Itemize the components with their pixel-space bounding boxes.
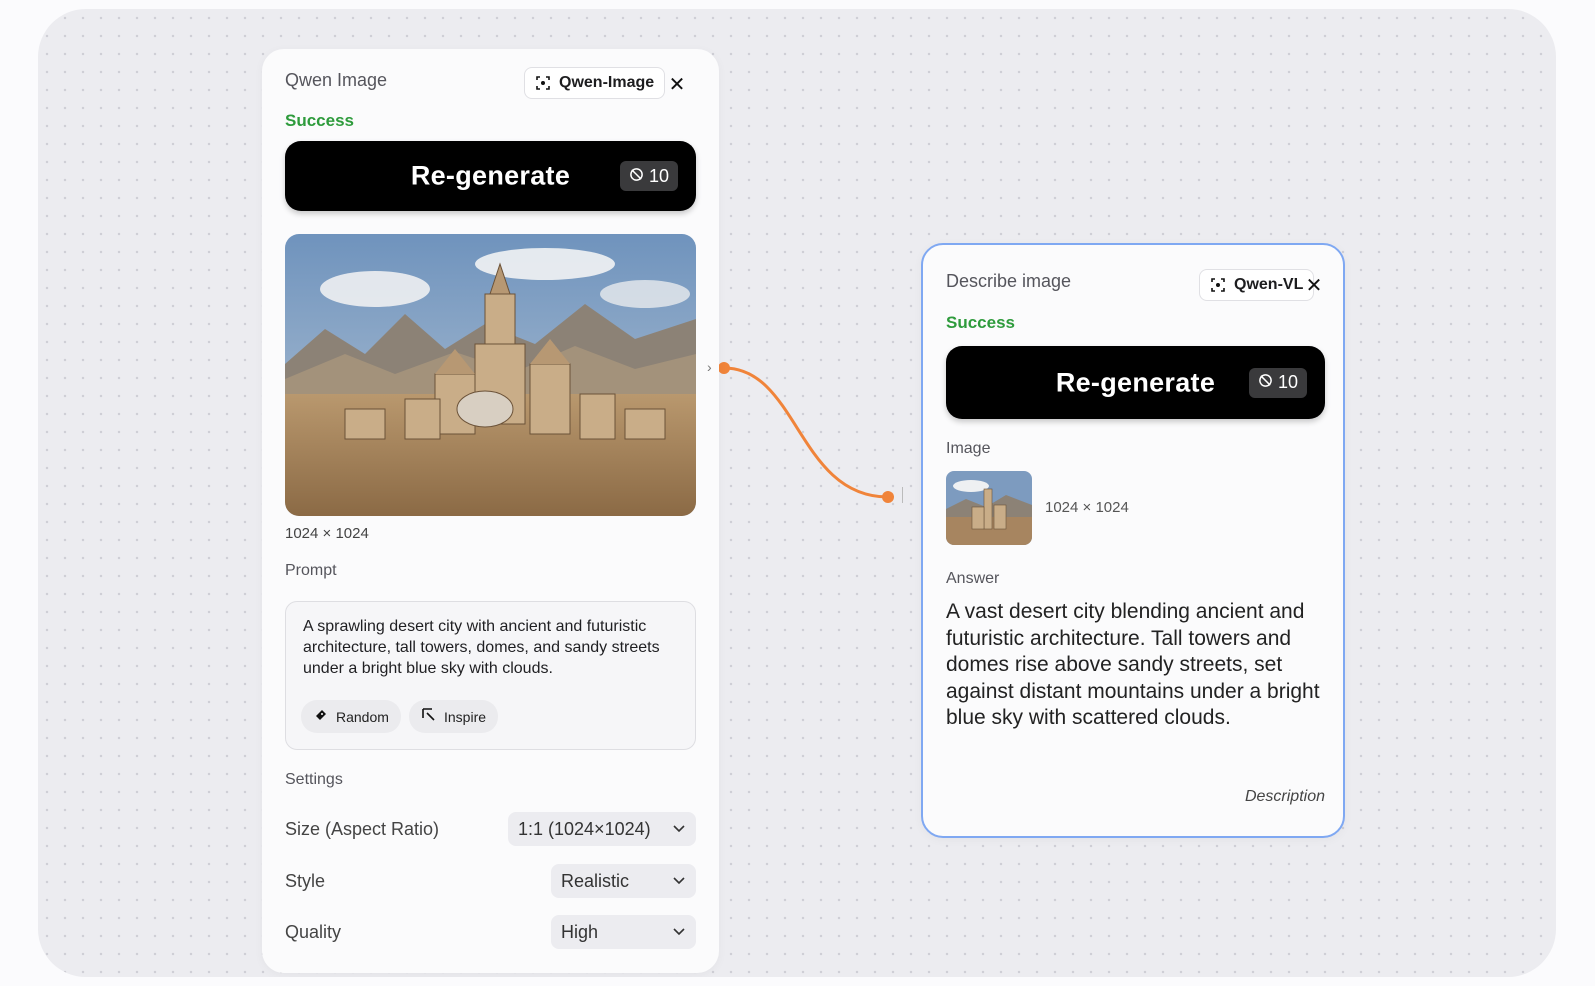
- size-value: 1:1 (1024×1024): [518, 818, 651, 839]
- answer-text: A vast desert city blending ancient and …: [946, 600, 1320, 729]
- quality-select[interactable]: High: [551, 915, 696, 949]
- image-size: 1024 × 1024: [1045, 499, 1129, 516]
- credit-icon: [629, 166, 644, 187]
- random-label: Random: [336, 708, 389, 725]
- random-button[interactable]: Random: [301, 700, 401, 733]
- input-image-thumbnail[interactable]: [946, 471, 1032, 545]
- prompt-text[interactable]: A sprawling desert city with ancient and…: [303, 616, 681, 679]
- prompt-input[interactable]: A sprawling desert city with ancient and…: [285, 601, 696, 750]
- status-text: Success: [285, 111, 354, 130]
- image-size: 1024 × 1024: [285, 525, 369, 542]
- model-icon: [535, 75, 551, 91]
- chevron-down-icon: [672, 922, 686, 943]
- credit-icon: [1258, 372, 1273, 393]
- model-chip[interactable]: Qwen-VL: [1199, 269, 1315, 301]
- chevron-down-icon: [672, 871, 686, 892]
- regenerate-button[interactable]: Re-generate 10: [285, 141, 696, 211]
- credit-badge: 10: [1248, 367, 1307, 398]
- model-chip[interactable]: Qwen-Image: [524, 67, 666, 99]
- prompt-label: Prompt: [285, 562, 337, 579]
- image-label: Image: [946, 440, 991, 457]
- style-label: Style: [285, 871, 326, 891]
- node-title: Describe image: [946, 271, 1072, 291]
- style-value: Realistic: [561, 870, 630, 891]
- describe-image-node[interactable]: Describe image Qwen-VL ✕ Success Re-gene…: [921, 243, 1345, 838]
- model-name: Qwen-Image: [559, 74, 655, 91]
- node-title: Qwen Image: [285, 70, 388, 90]
- sparkle-cursor-icon: [421, 707, 437, 726]
- description-tag: Description: [1244, 788, 1325, 805]
- close-icon[interactable]: ✕: [1304, 276, 1324, 296]
- model-name: Qwen-VL: [1234, 276, 1304, 293]
- chevron-down-icon: [672, 819, 686, 840]
- generated-image[interactable]: [285, 234, 696, 516]
- output-handle[interactable]: ›: [707, 359, 712, 375]
- credit-count: 10: [1277, 372, 1298, 392]
- qwen-image-node[interactable]: Qwen Image Qwen-Image ✕ Success Re-gener…: [262, 49, 719, 973]
- dice-icon: [313, 707, 329, 726]
- model-icon: [1210, 277, 1226, 293]
- quality-value: High: [561, 921, 599, 942]
- regenerate-button[interactable]: Re-generate 10: [946, 346, 1325, 419]
- input-handle[interactable]: [902, 487, 906, 503]
- size-select[interactable]: 1:1 (1024×1024): [508, 812, 696, 846]
- quality-label: Quality: [285, 922, 342, 942]
- size-label: Size (Aspect Ratio): [285, 819, 440, 839]
- credit-count: 10: [648, 165, 669, 186]
- workflow-canvas[interactable]: Qwen Image Qwen-Image ✕ Success Re-gener…: [38, 9, 1556, 977]
- inspire-button[interactable]: Inspire: [409, 700, 499, 733]
- answer-label: Answer: [946, 570, 1000, 587]
- inspire-label: Inspire: [444, 708, 487, 725]
- status-text: Success: [946, 313, 1015, 332]
- style-select[interactable]: Realistic: [551, 864, 696, 898]
- settings-label: Settings: [285, 771, 343, 788]
- credit-badge: 10: [619, 161, 678, 191]
- close-icon[interactable]: ✕: [667, 75, 687, 95]
